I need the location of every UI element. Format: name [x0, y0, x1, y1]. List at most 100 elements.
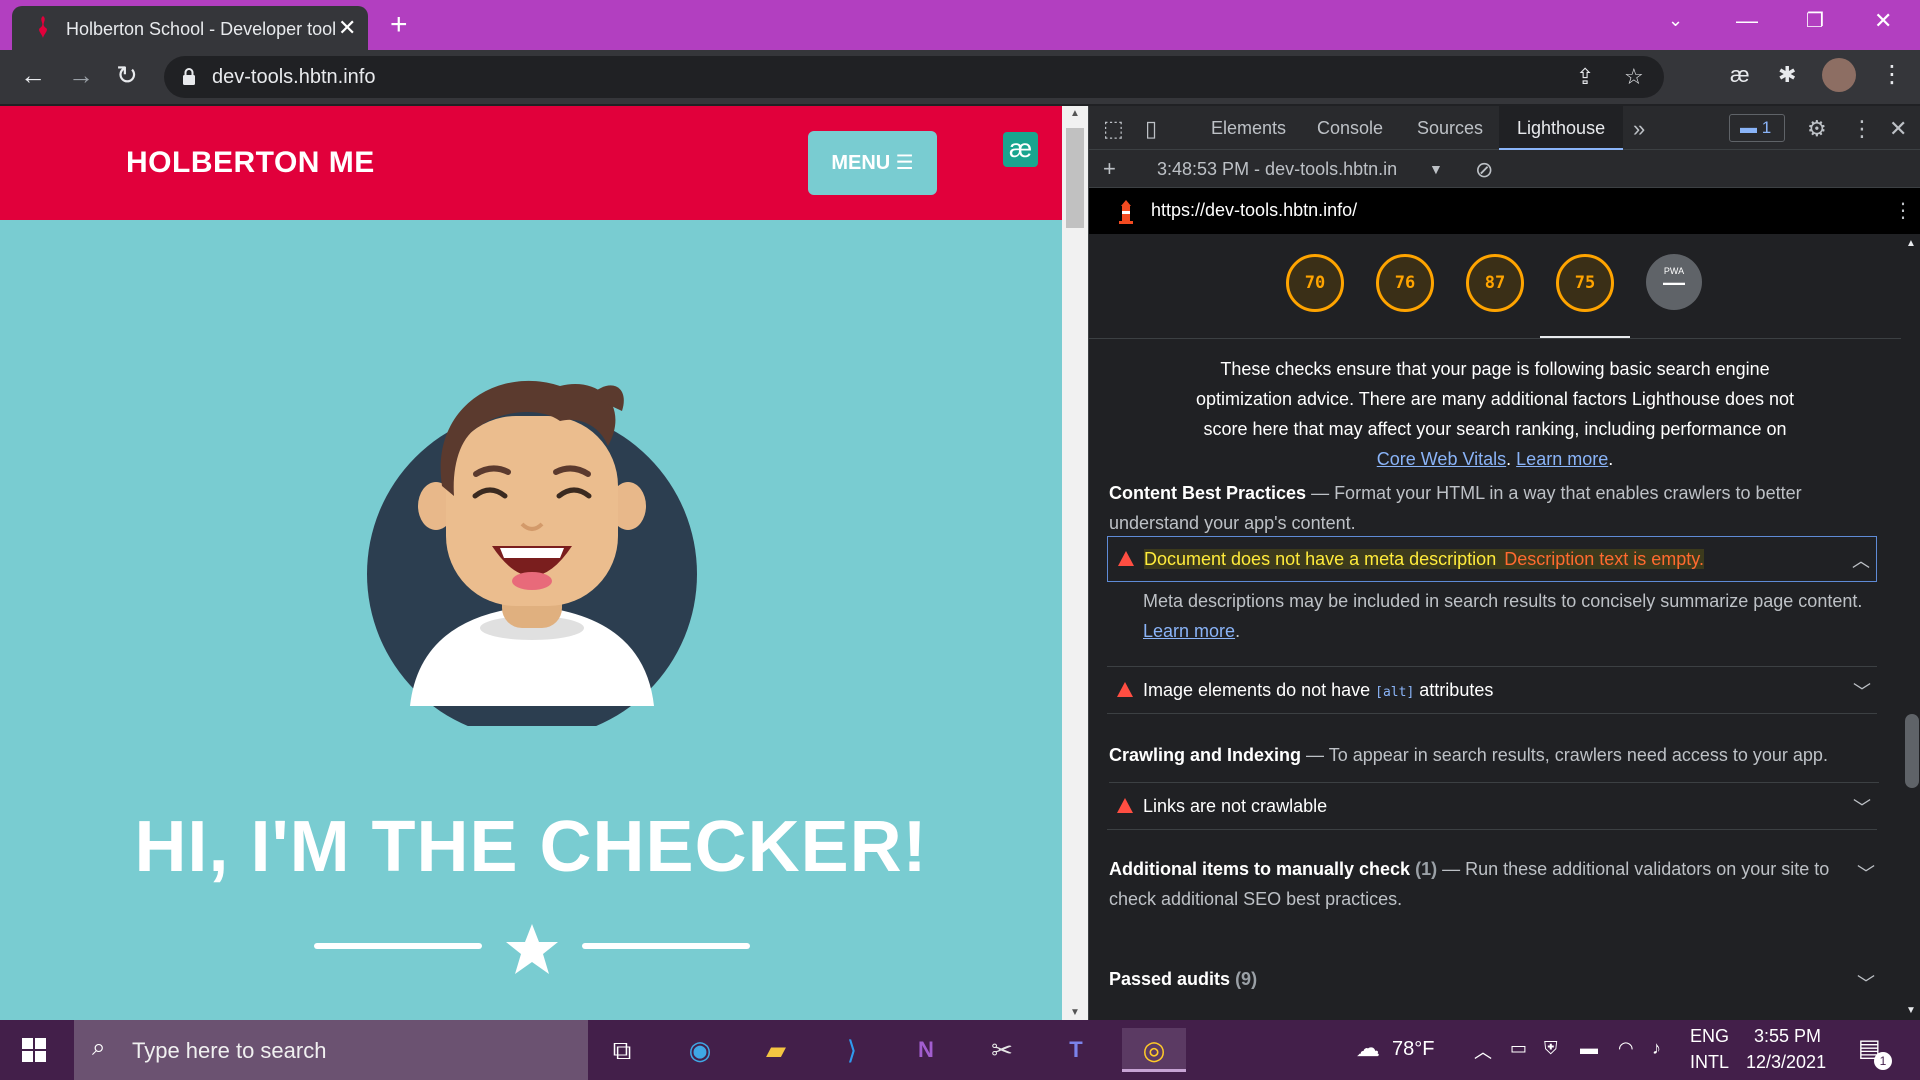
- score-gauge-accessibility[interactable]: 76: [1376, 254, 1434, 312]
- new-tab-button[interactable]: +: [390, 8, 408, 42]
- weather-temp[interactable]: 78°F: [1392, 1038, 1434, 1061]
- site-logo[interactable]: HOLBERTON ME: [126, 146, 375, 180]
- tray-chevron-icon[interactable]: ︿: [1474, 1038, 1492, 1064]
- security-icon[interactable]: ⛨: [1544, 1038, 1558, 1059]
- report-dropdown-icon[interactable]: ▼: [1429, 161, 1443, 177]
- notification-count: 1: [1874, 1052, 1892, 1070]
- ae-extension-badge[interactable]: æ: [1003, 132, 1038, 167]
- hero-title: HI, I'M THE CHECKER!: [134, 807, 928, 887]
- restore-icon[interactable]: ❐: [1806, 8, 1824, 33]
- group-desc: — To appear in search results, crawlers …: [1301, 745, 1828, 765]
- intro-learn-more-link[interactable]: Learn more: [1516, 449, 1608, 469]
- battery-icon[interactable]: ▬: [1580, 1038, 1598, 1059]
- tab-sources[interactable]: Sources: [1417, 118, 1483, 139]
- new-report-icon[interactable]: +: [1103, 156, 1116, 182]
- windows-start-icon[interactable]: [22, 1038, 46, 1062]
- page-scroll-thumb[interactable]: [1066, 128, 1084, 228]
- audit-title: Document does not have a meta descriptio…: [1144, 549, 1497, 569]
- audit-links-crawlable[interactable]: Links are not crawlable ﹀: [1107, 784, 1877, 830]
- report-url[interactable]: https://dev-tools.hbtn.info/: [1151, 200, 1357, 221]
- star-icon: [506, 924, 558, 974]
- score-gauge-pwa[interactable]: PWA —: [1646, 254, 1702, 310]
- address-bar[interactable]: dev-tools.hbtn.info ☆ ⇪: [164, 56, 1664, 98]
- tab-elements[interactable]: Elements: [1211, 118, 1286, 139]
- vscode-icon[interactable]: ⟩: [828, 1028, 876, 1072]
- core-web-vitals-link[interactable]: Core Web Vitals: [1377, 449, 1506, 469]
- expand-chevron-icon[interactable]: ﹀: [1853, 678, 1871, 704]
- collapse-chevron-icon[interactable]: ︿: [1852, 547, 1870, 573]
- expand-chevron-icon[interactable]: ﹀: [1857, 860, 1875, 886]
- tab-search-icon[interactable]: ⌄: [1668, 10, 1683, 31]
- volume-icon[interactable]: ♪: [1652, 1038, 1661, 1059]
- devtools-close-icon[interactable]: ✕: [1889, 116, 1907, 142]
- wifi-icon[interactable]: ◠: [1618, 1038, 1634, 1059]
- weather-cloud-icon[interactable]: ☁: [1356, 1034, 1380, 1063]
- messages-badge[interactable]: ▬ 1: [1729, 114, 1785, 142]
- share-icon[interactable]: ⇪: [1576, 64, 1594, 90]
- audit-title-b: attributes: [1414, 680, 1494, 700]
- audit-learn-more-link[interactable]: Learn more: [1143, 621, 1235, 641]
- tab-close-icon[interactable]: ✕: [338, 15, 356, 41]
- task-view-icon[interactable]: ⧉: [598, 1028, 646, 1072]
- scroll-up-icon[interactable]: ▲: [1070, 108, 1080, 119]
- score-gauge-seo[interactable]: 75: [1556, 254, 1614, 312]
- score-gauge-best-practices[interactable]: 87: [1466, 254, 1524, 312]
- snipping-tool-icon[interactable]: ✂: [978, 1028, 1026, 1072]
- page-scrollbar[interactable]: ▲ ▼: [1062, 106, 1088, 1020]
- more-tabs-icon[interactable]: »: [1633, 116, 1645, 142]
- teams-icon[interactable]: T: [1052, 1028, 1100, 1072]
- star-icon[interactable]: ☆: [1624, 64, 1644, 90]
- group-title: Additional items to manually check: [1109, 859, 1411, 879]
- group-passed-audits[interactable]: Passed audits (9): [1109, 964, 1889, 994]
- browser-tab[interactable]: Holberton School - Developer tools ✕: [12, 6, 368, 50]
- message-count: 1: [1761, 118, 1772, 137]
- group-content-best-practices: Content Best Practices — Format your HTM…: [1109, 478, 1889, 538]
- address-url[interactable]: dev-tools.hbtn.info: [212, 66, 375, 89]
- score-gauge-performance[interactable]: 70: [1286, 254, 1344, 312]
- tab-console[interactable]: Console: [1317, 118, 1383, 139]
- extensions-puzzle-icon[interactable]: ✱: [1778, 62, 1796, 88]
- holberton-favicon-icon: [39, 16, 47, 38]
- lighthouse-logo-icon: [1119, 200, 1133, 224]
- minimize-icon[interactable]: —: [1736, 8, 1758, 34]
- close-window-icon[interactable]: ✕: [1874, 8, 1892, 34]
- devtools-panel: ⬚ ▯ Elements Console Sources Lighthouse …: [1088, 106, 1920, 1020]
- inspect-element-icon[interactable]: ⬚: [1103, 116, 1124, 142]
- audit-meta-description[interactable]: Document does not have a meta descriptio…: [1107, 536, 1877, 582]
- report-selector[interactable]: 3:48:53 PM - dev-tools.hbtn.in: [1157, 159, 1397, 180]
- taskbar-search-box[interactable]: ⌕ Type here to search: [74, 1020, 588, 1080]
- report-scroll-thumb[interactable]: [1905, 714, 1919, 788]
- language-code[interactable]: ENG: [1690, 1026, 1729, 1047]
- extension-ae-icon[interactable]: æ: [1730, 62, 1750, 88]
- audit-image-alt[interactable]: Image elements do not have [alt] attribu…: [1107, 668, 1877, 714]
- expand-chevron-icon[interactable]: ﹀: [1857, 970, 1875, 996]
- report-scrollbar[interactable]: ▲ ▼: [1901, 234, 1920, 1020]
- clear-reports-icon[interactable]: ⊘: [1475, 157, 1493, 183]
- hero-divider-right: [582, 943, 750, 949]
- chrome-icon[interactable]: ◎: [1122, 1028, 1186, 1072]
- forward-icon[interactable]: →: [68, 60, 94, 91]
- scroll-down-icon[interactable]: ▼: [1906, 1005, 1916, 1016]
- scroll-up-icon[interactable]: ▲: [1906, 238, 1916, 249]
- devtools-menu-icon[interactable]: ⋮: [1851, 116, 1873, 142]
- tab-lighthouse[interactable]: Lighthouse: [1499, 106, 1624, 150]
- onenote-icon[interactable]: N: [902, 1028, 950, 1072]
- scroll-down-icon[interactable]: ▼: [1070, 1007, 1080, 1018]
- edge-browser-icon[interactable]: ◉: [676, 1028, 724, 1072]
- meet-now-icon[interactable]: ▭: [1510, 1038, 1527, 1059]
- expand-chevron-icon[interactable]: ﹀: [1853, 794, 1871, 820]
- chrome-menu-icon[interactable]: ⋮: [1880, 60, 1904, 89]
- clock-date[interactable]: 12/3/2021: [1746, 1052, 1826, 1073]
- back-icon[interactable]: ←: [20, 60, 46, 91]
- device-toolbar-icon[interactable]: ▯: [1145, 116, 1157, 142]
- keyboard-layout[interactable]: INTL: [1690, 1052, 1729, 1073]
- report-menu-icon[interactable]: ⋮: [1893, 198, 1913, 223]
- reload-icon[interactable]: ↻: [116, 60, 138, 91]
- menu-button[interactable]: MENU ☰: [808, 131, 937, 195]
- file-explorer-icon[interactable]: ▰: [752, 1028, 800, 1072]
- profile-avatar[interactable]: [1822, 58, 1856, 92]
- clock-time[interactable]: 3:55 PM: [1754, 1026, 1821, 1047]
- message-icon: ▬: [1740, 118, 1762, 137]
- settings-gear-icon[interactable]: ⚙: [1807, 116, 1827, 142]
- group-manual-checks[interactable]: Additional items to manually check (1) —…: [1109, 854, 1849, 914]
